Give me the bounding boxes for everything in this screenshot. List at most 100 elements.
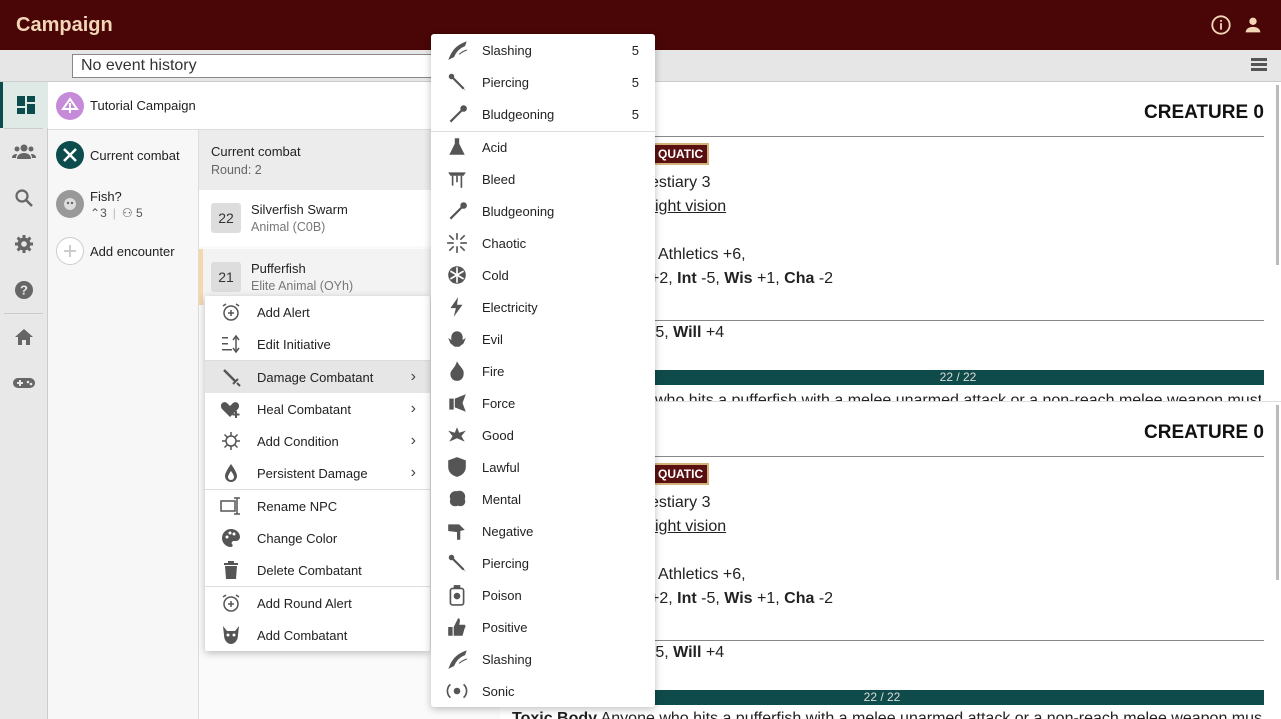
palette-icon (205, 528, 257, 548)
damage-type-bludgeoning[interactable]: Bludgeoning 5 (431, 98, 655, 130)
account-icon[interactable] (1241, 13, 1265, 37)
virus-icon (205, 431, 257, 451)
damage-type-positive[interactable]: Positive (431, 611, 655, 643)
damage-type-electricity[interactable]: Electricity (431, 291, 655, 323)
damage-type-force[interactable]: Force (431, 387, 655, 419)
damage-type-label: Lawful (482, 459, 520, 475)
settings-icon[interactable] (0, 221, 48, 267)
menu-item-change-color[interactable]: Change Color (205, 522, 430, 554)
menu-item-delete-combatant[interactable]: Delete Combatant (205, 554, 430, 586)
damage-type-piercing[interactable]: Piercing (431, 547, 655, 579)
dashboard-icon[interactable] (0, 82, 48, 128)
fish-monster-icon (56, 190, 84, 218)
trash-icon (205, 560, 257, 580)
add-encounter-button[interactable]: Add encounter (48, 236, 199, 266)
gamepad-icon[interactable] (0, 360, 48, 406)
damage-type-label: Slashing (482, 42, 532, 58)
menu-label: Damage Combatant (257, 369, 374, 385)
menu-item-add-combatant[interactable]: Add Combatant (205, 619, 430, 651)
help-icon[interactable]: ? (0, 267, 48, 313)
menu-item-add-alert[interactable]: Add Alert (205, 296, 430, 328)
menu-item-edit-initiative[interactable]: Edit Initiative (205, 328, 430, 360)
damage-type-menu: Slashing 5 Piercing 5 Bludgeoning 5 Acid Bleed B… (431, 34, 655, 707)
level-icon: ⌃3 (90, 205, 107, 220)
damage-type-slashing[interactable]: Slashing 5 (431, 34, 655, 66)
ability-name: Toxic Body (512, 710, 598, 719)
damage-type-label: Mental (482, 491, 522, 507)
attr-label: Wis (724, 590, 753, 607)
good-icon (431, 424, 482, 446)
damage-type-fire[interactable]: Fire (431, 355, 655, 387)
sort-icon (205, 334, 257, 354)
damage-type-label: Bludgeoning (482, 106, 555, 122)
damage-type-mental[interactable]: Mental (431, 483, 655, 515)
damage-type-good[interactable]: Good (431, 419, 655, 451)
damage-type-label: Chaotic (482, 235, 527, 251)
damage-type-sonic[interactable]: Sonic (431, 675, 655, 707)
crossed-swords-icon (56, 141, 84, 169)
event-history-field[interactable]: No event history (72, 54, 452, 78)
damage-type-label: Slashing (482, 651, 532, 667)
damage-type-slashing[interactable]: Slashing (431, 643, 655, 675)
damage-count: 5 (631, 74, 639, 90)
damage-type-negative[interactable]: Negative (431, 515, 655, 547)
damage-type-chaotic[interactable]: Chaotic (431, 227, 655, 259)
damage-type-acid[interactable]: Acid (431, 131, 655, 163)
damage-type-bleed[interactable]: Bleed (431, 163, 655, 195)
home-icon[interactable] (0, 314, 48, 360)
attr-value: +1, (752, 590, 785, 607)
damage-type-piercing[interactable]: Piercing 5 (431, 66, 655, 98)
initiative-badge: 22 (211, 203, 241, 233)
senses-link[interactable]: ight vision (655, 518, 1281, 536)
menu-item-add-condition[interactable]: Add Condition › (205, 425, 430, 457)
search-icon[interactable] (0, 175, 48, 221)
svg-text:?: ? (20, 283, 28, 298)
info-icon[interactable] (1209, 13, 1233, 37)
piercing-icon (431, 552, 482, 574)
force-icon (431, 392, 482, 414)
menu-label: Add Round Alert (257, 595, 352, 611)
damage-count: 5 (631, 106, 639, 122)
bleed-icon (431, 168, 482, 190)
nav-rail: ? (0, 82, 48, 719)
combatant-context-menu: Add Alert Edit Initiative Damage Combata… (205, 296, 430, 651)
damage-type-label: Bludgeoning (482, 203, 555, 219)
group-icon[interactable] (0, 129, 48, 175)
damage-type-lawful[interactable]: Lawful (431, 451, 655, 483)
menu-label: Add Alert (257, 304, 310, 320)
menu-item-damage-combatant[interactable]: Damage Combatant › (205, 361, 430, 393)
encounter-fish[interactable]: Fish? ⌃3 | ⚇ 5 (48, 186, 199, 222)
menu-item-rename-npc[interactable]: Rename NPC (205, 490, 430, 522)
saves-text: -5, Will +4 (650, 324, 1281, 342)
menu-item-add-round-alert[interactable]: Add Round Alert (205, 587, 430, 619)
party-icon: ⚇ 5 (121, 205, 143, 220)
sonic-icon (431, 680, 482, 702)
slashing-icon (431, 648, 482, 670)
bludgeoning-icon (431, 200, 482, 222)
scrollbar[interactable] (1276, 85, 1279, 265)
damage-type-poison[interactable]: Poison (431, 579, 655, 611)
encounter-current-combat[interactable]: Current combat (48, 140, 199, 170)
senses-link[interactable]: ight vision (655, 198, 1281, 216)
damage-type-label: Good (482, 427, 514, 443)
combatant-name: Pufferfish (251, 261, 306, 276)
damage-type-cold[interactable]: Cold (431, 259, 655, 291)
attr-label: Int (677, 270, 697, 287)
attr-value: +1, (752, 270, 785, 287)
menu-item-heal-combatant[interactable]: Heal Combatant › (205, 393, 430, 425)
menu-icon[interactable] (1251, 58, 1267, 72)
damage-type-label: Acid (482, 139, 508, 155)
attr-label: Wis (724, 270, 753, 287)
skills-text: , Athletics +6, (650, 566, 746, 583)
source-text: estiary 3 (650, 174, 711, 191)
damage-type-label: Electricity (482, 299, 538, 315)
damage-type-evil[interactable]: Evil (431, 323, 655, 355)
creature-level: CREATURE 0 (1144, 102, 1264, 123)
damage-type-bludgeoning[interactable]: Bludgeoning (431, 195, 655, 227)
encounter-level: 3 (100, 205, 107, 220)
combatant-type: Animal (C0B) (251, 220, 326, 234)
encounter-label: Current combat (90, 147, 180, 163)
attr-value: -2 (814, 270, 834, 287)
menu-item-persistent-damage[interactable]: Persistent Damage › (205, 457, 430, 489)
scrollbar[interactable] (1276, 405, 1279, 580)
